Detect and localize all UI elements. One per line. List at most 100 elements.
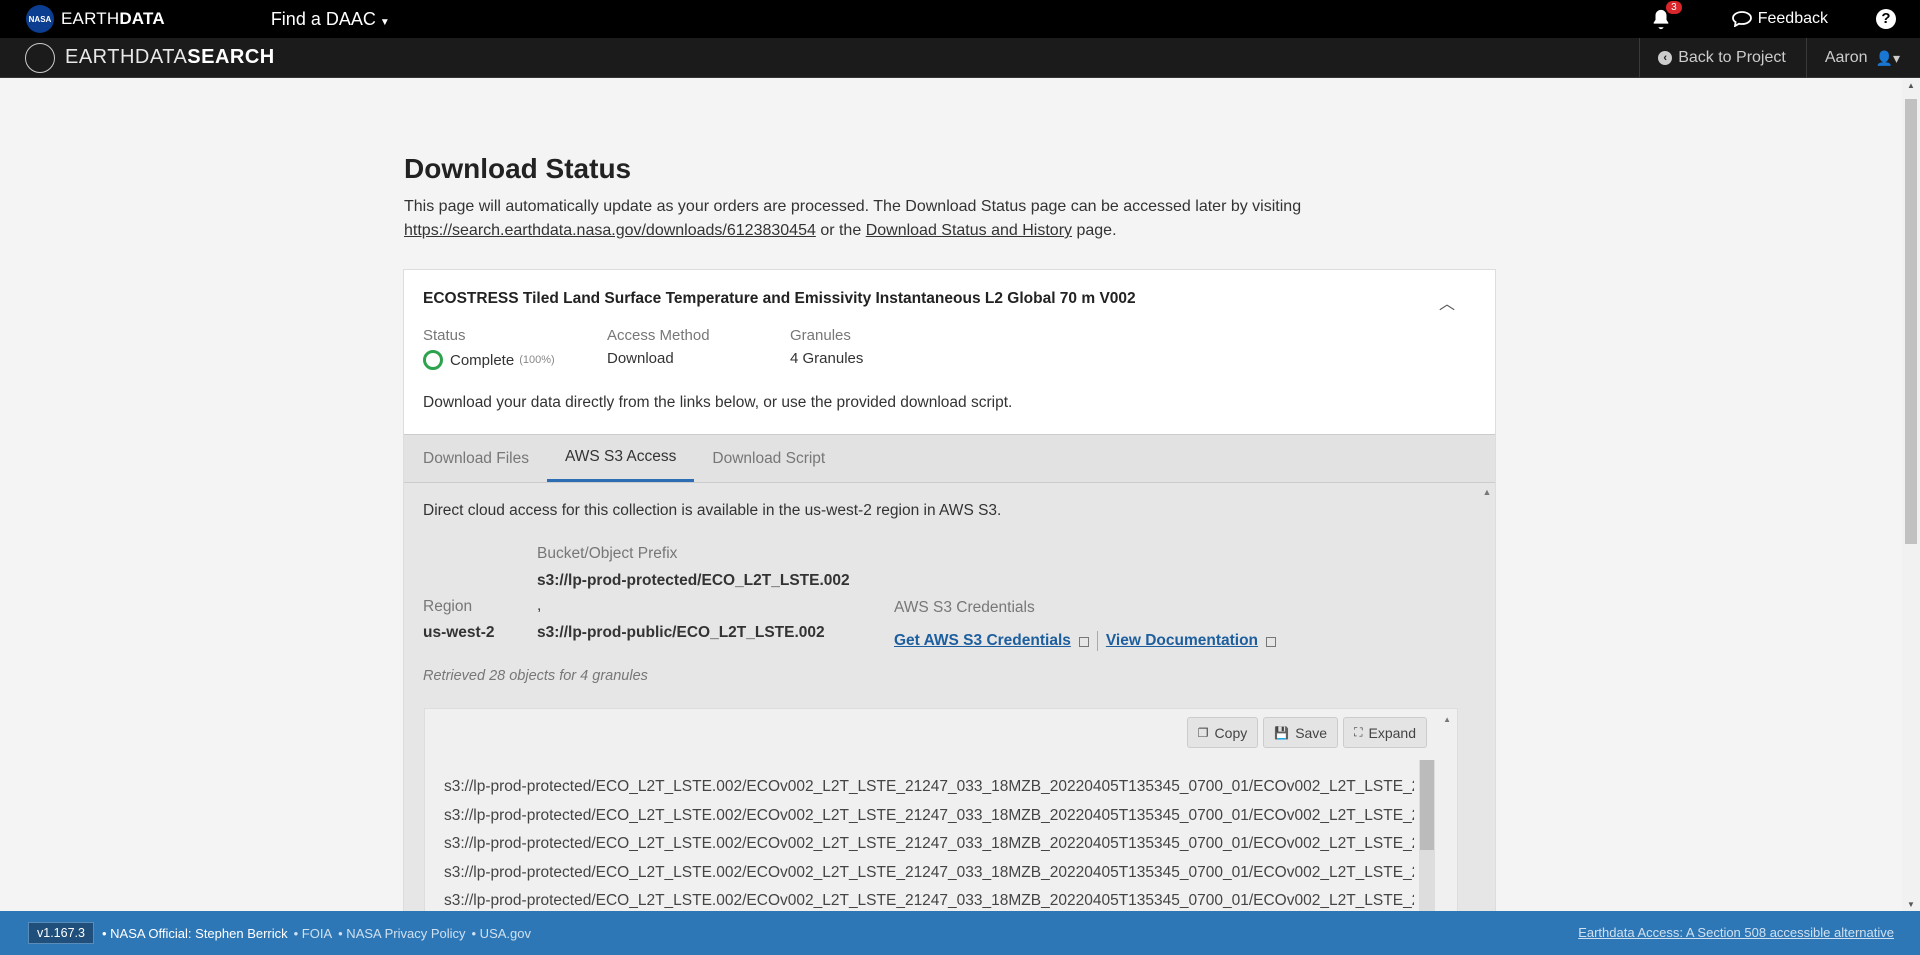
get-aws-credentials-link[interactable]: Get AWS S3 Credentials <box>894 632 1071 650</box>
title-light: EARTHDATA <box>65 46 188 68</box>
expand-icon: ⛶ <box>1354 725 1363 739</box>
brand-light: EARTH <box>61 9 120 28</box>
user-menu[interactable]: Aaron 👤▾ <box>1805 38 1920 78</box>
copy-label: Copy <box>1214 724 1248 741</box>
chevron-up-icon[interactable]: ︿ <box>1439 290 1455 314</box>
bucket-protected: s3://lp-prod-protected/ECO_L2T_LSTE.002 <box>537 572 850 589</box>
status-field: Status Complete (100%) <box>423 327 555 370</box>
access-method-value: Download <box>607 350 674 367</box>
nasa-official: • NASA Official: Stephen Berrick <box>101 925 288 941</box>
back-to-project-button[interactable]: ‹ Back to Project <box>1639 38 1806 78</box>
floppy-disk-icon: 💾 <box>1274 725 1290 740</box>
tab-aws-s3-access[interactable]: AWS S3 Access <box>546 435 695 482</box>
credentials-label: AWS S3 Credentials <box>894 599 1035 616</box>
code-toolbar: ❐ Copy 💾 Save ⛶ Expand <box>1182 717 1427 748</box>
main-content: Download Status This page will automatic… <box>0 79 1902 914</box>
list-item[interactable]: s3://lp-prod-protected/ECO_L2T_LSTE.002/… <box>444 859 1414 888</box>
save-button[interactable]: 💾 Save <box>1263 717 1339 748</box>
region-value: us-west-2 <box>423 624 495 641</box>
code-scrollbar[interactable] <box>1419 760 1435 913</box>
list-item[interactable]: s3://lp-prod-protected/ECO_L2T_LSTE.002/… <box>444 887 1414 913</box>
credentials-links: Get AWS S3 Credentials View Documentatio… <box>894 631 1277 651</box>
granules-label: Granules <box>790 327 851 344</box>
list-item[interactable]: s3://lp-prod-protected/ECO_L2T_LSTE.002/… <box>444 830 1414 859</box>
code-scrollbar-thumb[interactable] <box>1420 760 1434 850</box>
scroll-down-icon[interactable]: ▼ <box>1902 900 1920 909</box>
access-method-field: Access Method Download <box>607 327 710 367</box>
status-percent: (100%) <box>519 354 555 366</box>
bucket-public: s3://lp-prod-public/ECO_L2T_LSTE.002 <box>537 624 825 641</box>
feedback-button[interactable]: Feedback <box>1731 10 1828 28</box>
bucket-separator: , <box>537 597 542 614</box>
app-header: EARTHDATASEARCH ‹ Back to Project Aaron … <box>0 38 1920 78</box>
top-navbar: NASA EARTHDATA Find a DAAC ▼ 3 Feedback ? <box>0 0 1920 38</box>
download-tabs: Download Files AWS S3 Access Download Sc… <box>404 434 1495 483</box>
feedback-label: Feedback <box>1757 10 1828 27</box>
card-description: Download your data directly from the lin… <box>423 394 1013 411</box>
arrow-left-circle-icon: ‹ <box>1658 51 1673 65</box>
nasa-logo[interactable]: NASA <box>26 5 54 33</box>
retrieved-count: Retrieved 28 objects for 4 granules <box>423 668 648 684</box>
title-bold: SEARCH <box>187 46 275 68</box>
list-item[interactable]: s3://lp-prod-protected/ECO_L2T_LSTE.002/… <box>444 802 1414 831</box>
link-divider <box>1096 631 1098 651</box>
foia-link[interactable]: • FOIA <box>294 926 333 941</box>
external-link-icon <box>1078 637 1089 647</box>
view-documentation-link[interactable]: View Documentation <box>1106 632 1258 650</box>
status-value: Complete <box>450 351 515 369</box>
list-item[interactable]: s3://lp-prod-protected/ECO_L2T_LSTE.002/… <box>444 773 1414 802</box>
expand-button[interactable]: ⛶ Expand <box>1343 717 1427 748</box>
s3-link-list: s3://lp-prod-protected/ECO_L2T_LSTE.002/… <box>444 773 1414 913</box>
collection-title: ECOSTRESS Tiled Land Surface Temperature… <box>423 290 1136 307</box>
intro-or: or the <box>820 222 862 239</box>
scroll-up-icon[interactable]: ▲ <box>1479 487 1495 497</box>
usa-gov-link[interactable]: • USA.gov <box>472 926 531 941</box>
scroll-up-icon[interactable]: ▲ <box>1443 715 1451 724</box>
scroll-up-icon[interactable]: ▲ <box>1902 81 1920 90</box>
aws-s3-panel: ▲ Direct cloud access for this collectio… <box>404 483 1495 913</box>
collection-card-header: ECOSTRESS Tiled Land Surface Temperature… <box>404 270 1495 434</box>
panel-scrollbar[interactable]: ▲ <box>1479 483 1495 913</box>
copy-icon: ❐ <box>1197 725 1209 740</box>
download-history-link[interactable]: Download Status and History <box>866 222 1072 239</box>
page-scrollbar[interactable]: ▲ ▼ <box>1902 79 1920 911</box>
tab-download-files[interactable]: Download Files <box>423 435 529 482</box>
brand-bold: DATA <box>119 9 165 28</box>
complete-ring-icon <box>423 350 443 370</box>
user-icon: 👤▾ <box>1875 49 1900 66</box>
chat-bubble-icon <box>1731 11 1752 27</box>
notifications-button[interactable]: 3 <box>1650 1 1682 30</box>
notification-count-badge: 3 <box>1666 1 1682 14</box>
user-name: Aaron <box>1824 49 1868 66</box>
download-status-url-link[interactable]: https://search.earthdata.nasa.gov/downlo… <box>404 222 816 239</box>
expand-label: Expand <box>1368 724 1416 741</box>
find-a-daac-menu[interactable]: Find a DAAC ▼ <box>271 9 390 30</box>
help-icon[interactable]: ? <box>1876 9 1896 29</box>
caret-down-icon: ▼ <box>379 16 390 28</box>
privacy-policy-link[interactable]: • NASA Privacy Policy <box>338 926 465 941</box>
direct-access-text: Direct cloud access for this collection … <box>423 502 1002 519</box>
earthdata-search-title[interactable]: EARTHDATASEARCH <box>65 46 275 69</box>
accessible-alternative-link[interactable]: Earthdata Access: A Section 508 accessib… <box>1578 925 1894 940</box>
save-label: Save <box>1295 724 1328 741</box>
back-to-project-label: Back to Project <box>1678 49 1786 66</box>
page-title: Download Status <box>404 153 632 184</box>
earthdata-search-logo-icon[interactable] <box>25 42 55 73</box>
s3-links-box: ▲ ❐ Copy 💾 Save ⛶ Expand s3://lp-prod-prote… <box>424 708 1458 913</box>
intro-sentence: This page will automatically update as y… <box>404 198 1302 215</box>
copy-button[interactable]: ❐ Copy <box>1186 717 1259 748</box>
collection-card: ECOSTRESS Tiled Land Surface Temperature… <box>403 269 1496 914</box>
region-label: Region <box>423 598 473 615</box>
earthdata-brand[interactable]: EARTHDATA <box>61 9 165 29</box>
page-scrollbar-thumb[interactable] <box>1905 99 1917 544</box>
access-method-label: Access Method <box>607 327 710 344</box>
footer: v1.167.3 • NASA Official: Stephen Berric… <box>0 911 1920 955</box>
external-link-icon <box>1266 637 1277 647</box>
bucket-label: Bucket/Object Prefix <box>537 545 678 562</box>
intro-text: This page will automatically update as y… <box>404 195 1384 243</box>
version-badge: v1.167.3 <box>28 922 94 944</box>
status-label: Status <box>423 327 466 344</box>
granules-value: 4 Granules <box>790 350 864 367</box>
tab-download-script[interactable]: Download Script <box>712 435 825 482</box>
granules-field: Granules 4 Granules <box>790 327 863 367</box>
